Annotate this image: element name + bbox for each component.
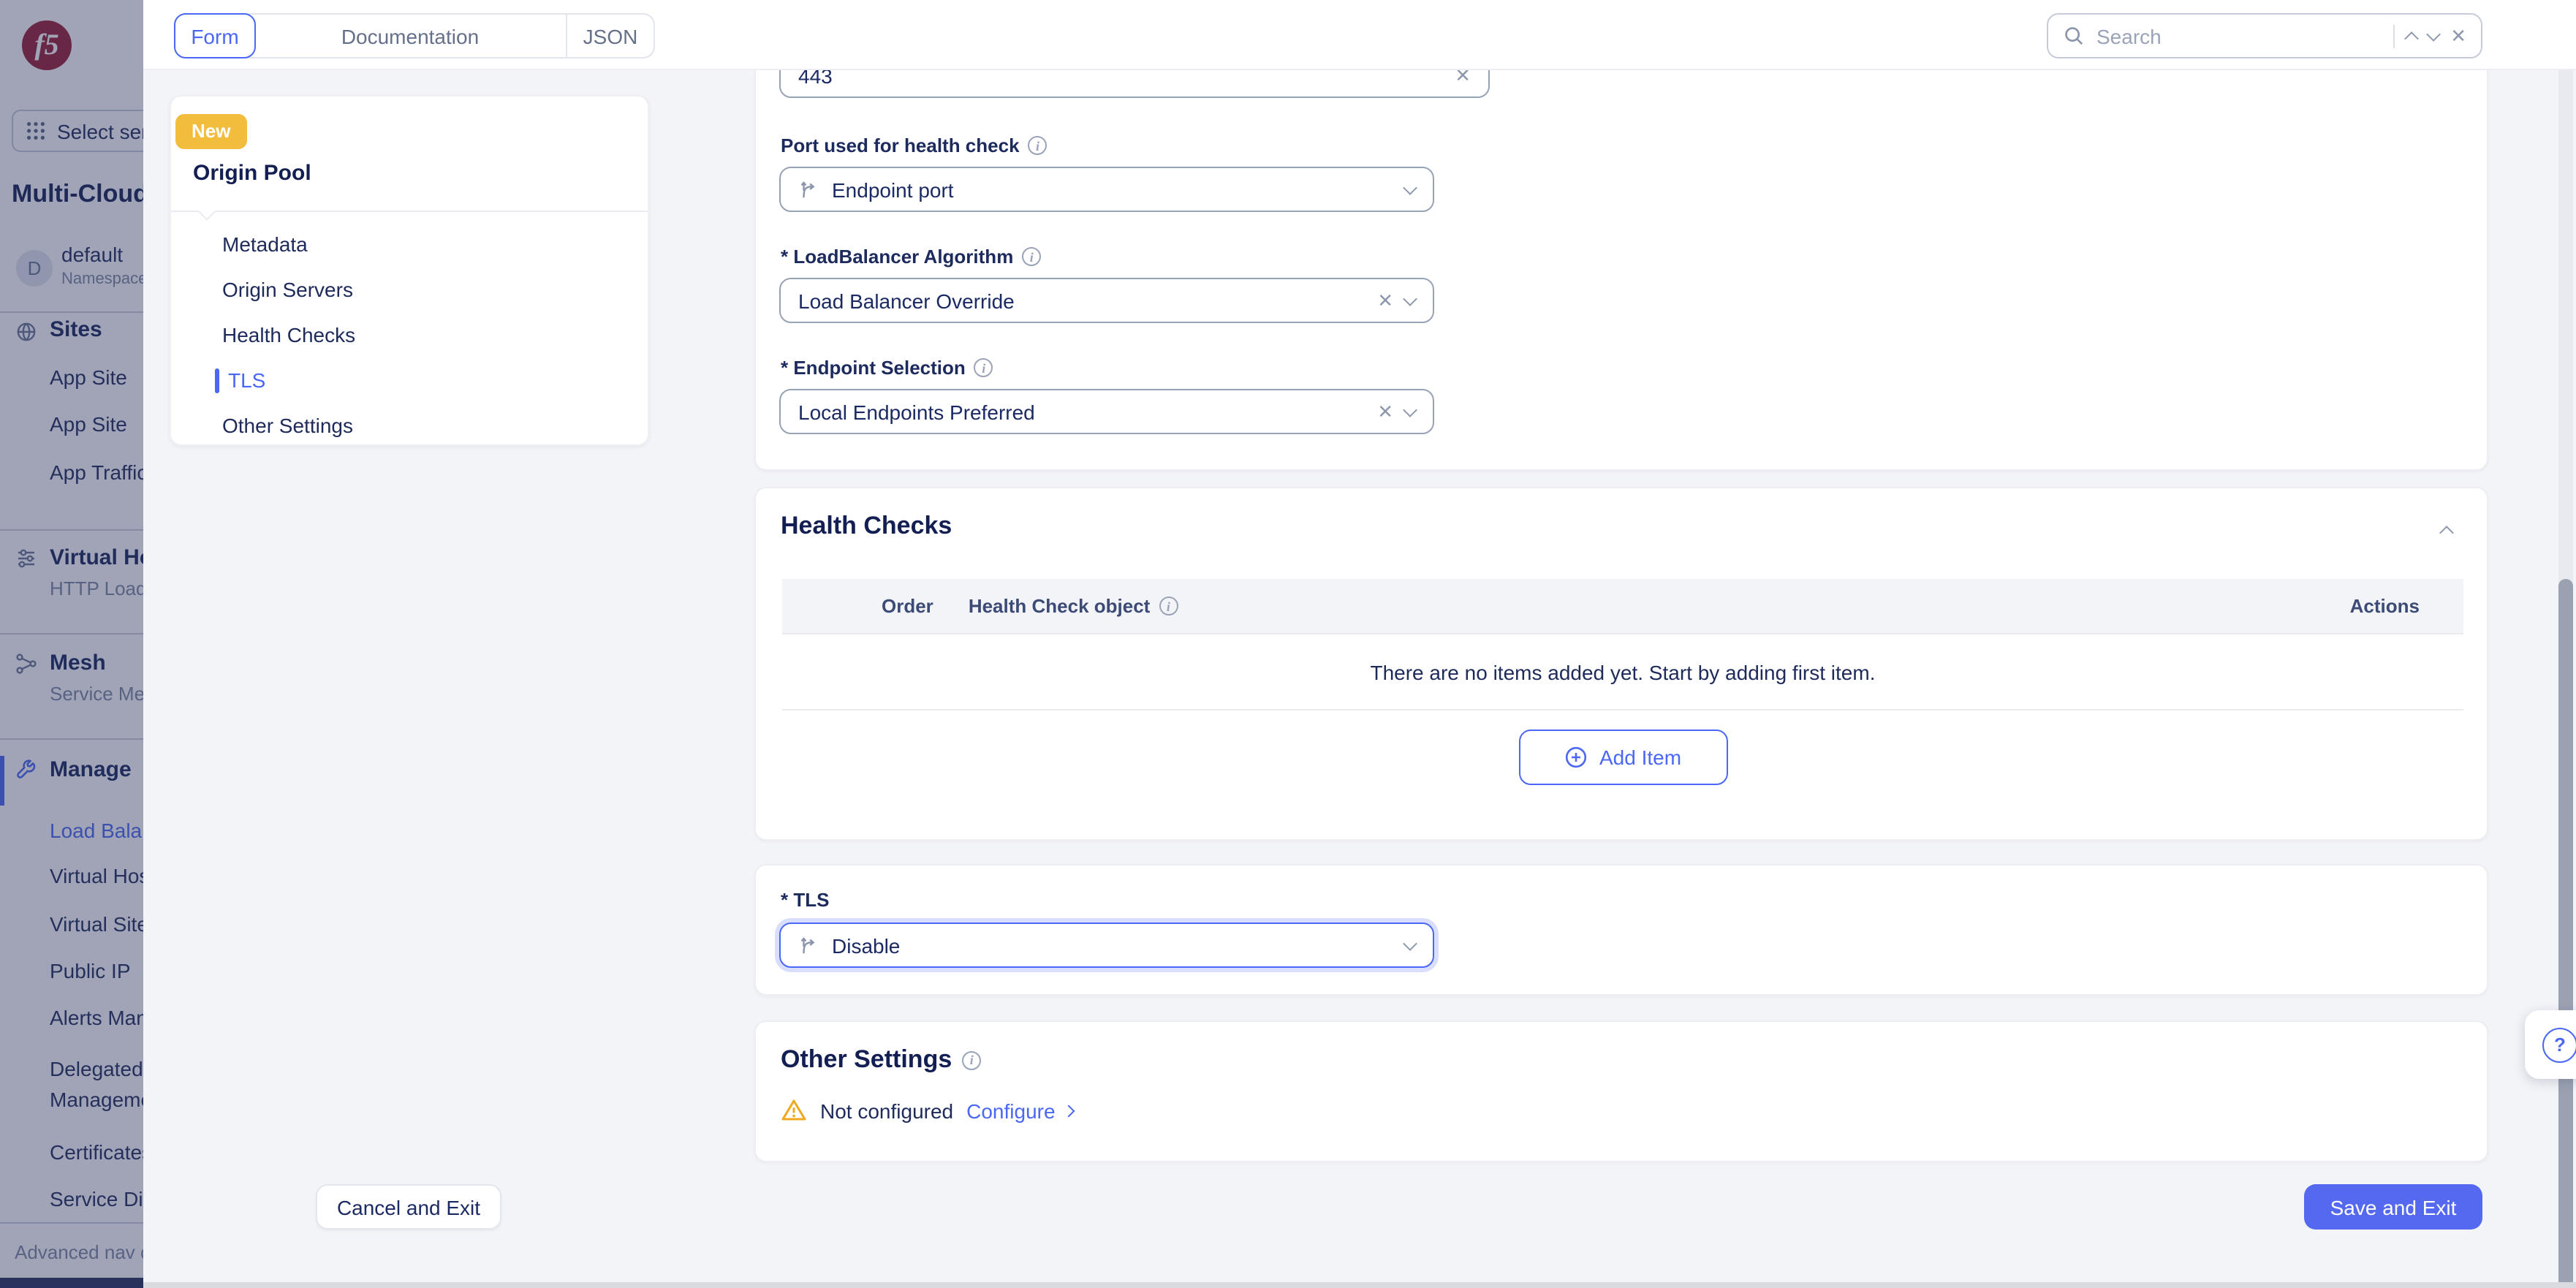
form-nav-notch xyxy=(197,202,216,220)
health-check-port-label-text: Port used for health check xyxy=(781,135,1020,156)
info-icon[interactable] xyxy=(1022,247,1041,266)
plus-circle-icon xyxy=(1564,746,1588,769)
column-health-check-object: Health Check object xyxy=(969,595,1151,617)
form-nav-origin-servers[interactable]: Origin Servers xyxy=(171,268,648,313)
port-input[interactable] xyxy=(798,70,1443,87)
table-header-row: Order Health Check object Actions xyxy=(782,579,2463,634)
horizontal-scrollbar[interactable] xyxy=(143,1282,2576,1288)
health-checks-card: Health Checks Order Health Check object … xyxy=(754,487,2488,841)
info-icon[interactable] xyxy=(1028,136,1048,155)
lb-algorithm-label-text: * LoadBalancer Algorithm xyxy=(781,246,1013,268)
search-input[interactable] xyxy=(2096,24,2382,48)
form-title: Origin Pool xyxy=(193,161,311,186)
origin-pool-editor: Form Documentation JSON New Origin Po xyxy=(143,0,2576,1288)
add-item-row: Add Item xyxy=(782,711,2463,804)
endpoint-selection-clear-icon[interactable] xyxy=(1377,402,1393,421)
form-nav-divider xyxy=(171,211,648,212)
search-divider xyxy=(2393,24,2395,48)
tab-form[interactable]: Form xyxy=(174,13,256,58)
health-check-port-value: Endpoint port xyxy=(832,178,1393,201)
form-nav-items: Metadata Origin Servers Health Checks TL… xyxy=(171,222,648,449)
help-button[interactable] xyxy=(2525,1010,2576,1079)
modal-dim-overlay xyxy=(0,0,143,1288)
collapse-section-icon[interactable] xyxy=(2439,526,2454,540)
warning-icon xyxy=(781,1098,807,1123)
tls-value: Disable xyxy=(832,933,1393,957)
active-item-bar xyxy=(215,368,219,393)
health-check-port-label: Port used for health check xyxy=(781,135,1048,156)
port-clear-icon[interactable] xyxy=(1455,70,1471,85)
lb-algorithm-clear-icon[interactable] xyxy=(1377,291,1393,310)
form-nav-other-settings[interactable]: Other Settings xyxy=(171,404,648,449)
column-order: Order xyxy=(882,595,933,617)
pool-config-card: Port used for health check Endpoint port… xyxy=(754,70,2488,471)
other-settings-title: Other Settings xyxy=(781,1045,981,1075)
search-prev-icon[interactable] xyxy=(2404,31,2419,45)
chevron-down-icon xyxy=(1403,291,1417,306)
endpoint-selection-value: Local Endpoints Preferred xyxy=(798,400,1365,423)
tab-documentation[interactable]: Documentation xyxy=(254,15,566,57)
chevron-down-icon xyxy=(1403,402,1417,417)
view-mode-tabs: Form Documentation JSON xyxy=(174,13,655,58)
endpoint-selection-label: * Endpoint Selection xyxy=(781,357,993,379)
empty-table-message: There are no items added yet. Start by a… xyxy=(782,634,2463,711)
health-checks-table: Order Health Check object Actions There … xyxy=(782,579,2463,804)
chevron-down-icon xyxy=(1403,936,1417,950)
health-check-port-select[interactable]: Endpoint port xyxy=(779,167,1434,212)
tls-label-text: * TLS xyxy=(781,889,829,911)
search-icon xyxy=(2063,25,2085,47)
app-root: f5 Select service Multi-Cloud App Connec… xyxy=(0,0,2576,1288)
left-sidebar: f5 Select service Multi-Cloud App Connec… xyxy=(0,0,143,1288)
configure-link[interactable]: Configure xyxy=(966,1099,1072,1122)
info-icon[interactable] xyxy=(1159,596,1178,615)
add-item-button[interactable]: Add Item xyxy=(1518,730,1727,785)
form-nav-tls-label: TLS xyxy=(228,368,265,392)
oneof-icon xyxy=(798,934,820,956)
chevron-right-icon xyxy=(1062,1105,1075,1117)
question-mark-icon xyxy=(2542,1027,2576,1062)
chevron-down-icon xyxy=(1403,180,1417,194)
form-nav-tls[interactable]: TLS xyxy=(171,358,648,404)
add-item-label: Add Item xyxy=(1599,746,1681,769)
endpoint-selection-select[interactable]: Local Endpoints Preferred xyxy=(779,389,1434,434)
tab-json[interactable]: JSON xyxy=(566,15,654,57)
lb-algorithm-value: Load Balancer Override xyxy=(798,289,1365,312)
not-configured-text: Not configured xyxy=(820,1099,953,1122)
lb-algorithm-label: * LoadBalancer Algorithm xyxy=(781,246,1041,268)
endpoint-selection-label-text: * Endpoint Selection xyxy=(781,357,966,379)
vertical-scrollbar-thumb[interactable] xyxy=(2558,579,2573,1288)
port-field[interactable] xyxy=(779,70,1490,98)
health-checks-title: Health Checks xyxy=(781,512,952,541)
editor-toolbar: Form Documentation JSON xyxy=(143,0,2576,70)
save-and-exit-button[interactable]: Save and Exit xyxy=(2304,1184,2482,1230)
tls-card: * TLS Disable xyxy=(754,864,2488,996)
form-nav-card: New Origin Pool Metadata Origin Servers … xyxy=(170,95,649,446)
search-next-icon[interactable] xyxy=(2426,26,2441,41)
configure-link-label: Configure xyxy=(966,1099,1055,1122)
new-badge: New xyxy=(175,114,246,149)
other-settings-title-text: Other Settings xyxy=(781,1045,952,1075)
search-box xyxy=(2047,13,2482,58)
lb-algorithm-select[interactable]: Load Balancer Override xyxy=(779,278,1434,323)
search-close-icon[interactable] xyxy=(2450,26,2466,45)
form-nav-health-checks[interactable]: Health Checks xyxy=(171,313,648,358)
tls-label: * TLS xyxy=(781,889,829,911)
column-actions: Actions xyxy=(2350,595,2420,617)
form-nav-metadata[interactable]: Metadata xyxy=(171,222,648,268)
tls-select[interactable]: Disable xyxy=(779,923,1434,968)
vertical-scrollbar[interactable] xyxy=(2558,70,2573,1288)
other-settings-status-row: Not configured Configure xyxy=(781,1098,1073,1123)
info-icon[interactable] xyxy=(974,358,993,377)
cancel-and-exit-button[interactable]: Cancel and Exit xyxy=(316,1184,501,1230)
other-settings-card: Other Settings Not configured Configure xyxy=(754,1020,2488,1162)
info-icon[interactable] xyxy=(962,1050,981,1069)
oneof-icon xyxy=(798,178,820,200)
